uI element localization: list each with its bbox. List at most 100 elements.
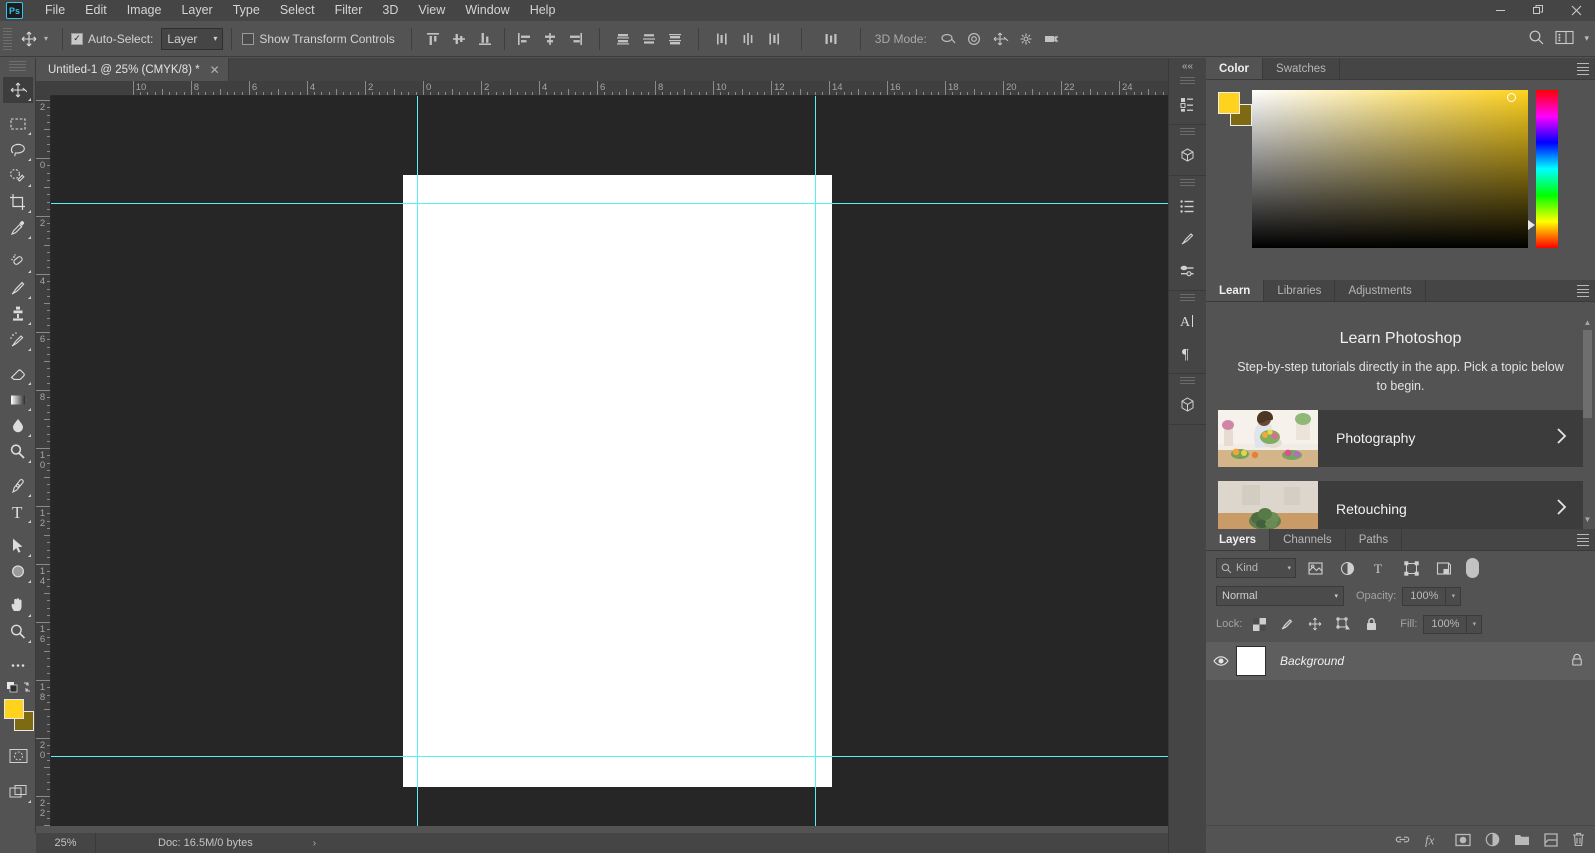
quick-mask-icon[interactable] (3, 743, 33, 769)
auto-select-checkbox[interactable]: ✓ (71, 32, 84, 45)
minimize-button[interactable] (1481, 0, 1519, 21)
document-canvas-page[interactable] (403, 175, 832, 787)
orbit-3d-icon[interactable] (935, 27, 961, 51)
rail-grip-5[interactable] (1180, 377, 1195, 386)
foreground-color-swatch[interactable] (4, 699, 24, 719)
menu-item-layer[interactable]: Layer (171, 0, 222, 21)
filter-type-icon[interactable]: T (1366, 557, 1392, 579)
tab-libraries[interactable]: Libraries (1264, 280, 1336, 301)
new-group-icon[interactable] (1514, 833, 1530, 846)
scroll-down-icon[interactable]: ▼ (1582, 513, 1593, 525)
chevron-right-icon[interactable] (1556, 498, 1583, 520)
align-bottom-edges-icon[interactable] (472, 27, 498, 51)
color-panel-foreground-swatch[interactable] (1218, 92, 1240, 114)
menu-item-file[interactable]: File (35, 0, 75, 21)
menu-item-window[interactable]: Window (455, 0, 519, 21)
new-layer-icon[interactable] (1544, 832, 1558, 847)
layer-comps-icon[interactable] (1169, 139, 1205, 171)
spot-healing-brush-tool[interactable] (3, 249, 33, 275)
menu-item-help[interactable]: Help (520, 0, 566, 21)
menu-item-edit[interactable]: Edit (75, 0, 117, 21)
slide-3d-icon[interactable] (1013, 27, 1039, 51)
brush-tool[interactable] (3, 275, 33, 301)
guide-horizontal-top[interactable] (51, 203, 1168, 204)
canvas-area[interactable]: 1086420246810121416182022242 20246810121… (36, 81, 1168, 826)
pan-3d-icon[interactable] (987, 27, 1013, 51)
scroll-up-icon[interactable]: ▲ (1582, 316, 1593, 328)
layer-name[interactable]: Background (1266, 654, 1571, 668)
fill-control[interactable]: 100% ▾ (1423, 614, 1483, 634)
layer-filter-kind-dropdown[interactable]: Kind ▾ (1216, 558, 1296, 578)
color-panel-swatches[interactable] (1218, 92, 1252, 126)
distribute-right-icon[interactable] (761, 27, 787, 51)
guide-horizontal-bottom[interactable] (51, 756, 1168, 757)
auto-select-scope-dropdown[interactable]: Layer ▾ (161, 27, 224, 50)
add-layer-mask-icon[interactable] (1455, 833, 1471, 847)
panel-menu-icon[interactable] (1577, 63, 1589, 75)
tab-layers[interactable]: Layers (1206, 529, 1271, 550)
opacity-stepper[interactable]: ▾ (1446, 586, 1462, 606)
color-swatches[interactable] (4, 699, 34, 731)
horizontal-ruler[interactable]: 1086420246810121416182022242 (36, 81, 1168, 96)
panel-menu-icon[interactable] (1577, 285, 1589, 297)
guide-vertical-right[interactable] (815, 96, 816, 826)
menu-item-filter[interactable]: Filter (325, 0, 373, 21)
close-button[interactable] (1557, 0, 1595, 21)
quick-selection-tool[interactable] (3, 163, 33, 189)
canvas-viewport[interactable] (51, 96, 1168, 826)
edit-toolbar-tool[interactable] (3, 653, 33, 679)
align-horizontal-centers-icon[interactable] (537, 27, 563, 51)
learn-panel-scrollbar[interactable]: ▲ ▼ (1582, 316, 1593, 525)
blur-tool[interactable] (3, 413, 33, 439)
color-picker-cursor[interactable] (1507, 93, 1516, 102)
roll-3d-icon[interactable] (961, 27, 987, 51)
workspace-switcher-icon[interactable] (1555, 30, 1575, 48)
lock-position-icon[interactable] (1304, 614, 1326, 634)
ellipse-tool[interactable] (3, 559, 33, 585)
status-zoom-level[interactable]: 25% (36, 833, 96, 853)
show-transform-checkbox[interactable] (242, 32, 255, 45)
align-vertical-centers-icon[interactable] (446, 27, 472, 51)
guide-vertical-left[interactable] (417, 96, 418, 826)
status-expand-icon[interactable]: › (253, 838, 316, 849)
rectangular-marquee-tool[interactable] (3, 111, 33, 137)
rail-grip-1[interactable] (1180, 77, 1195, 86)
history-brush-tool[interactable] (3, 327, 33, 353)
options-bar-grip[interactable] (3, 27, 12, 50)
delete-layer-icon[interactable] (1572, 832, 1585, 847)
3d-object-icon[interactable] (1169, 388, 1205, 420)
zoom-3d-camera-icon[interactable] (1039, 27, 1067, 51)
menu-item-select[interactable]: Select (270, 0, 325, 21)
tab-paths[interactable]: Paths (1345, 529, 1403, 550)
move-tool-icon[interactable] (16, 26, 42, 52)
align-top-edges-icon[interactable] (420, 27, 446, 51)
filter-enable-toggle[interactable] (1466, 558, 1479, 578)
brush-presets-icon[interactable] (1169, 254, 1205, 286)
distribute-vertical-centers-icon[interactable] (636, 27, 662, 51)
opacity-control[interactable]: 100% ▾ (1402, 586, 1462, 606)
filter-pixel-icon[interactable] (1302, 557, 1328, 579)
chevron-down-icon[interactable]: ▾ (1584, 33, 1589, 44)
distribute-left-icon[interactable] (709, 27, 735, 51)
fill-stepper[interactable]: ▾ (1467, 614, 1483, 634)
rail-grip-2[interactable] (1180, 128, 1195, 137)
menu-item-3d[interactable]: 3D (372, 0, 408, 21)
layer-thumbnail[interactable] (1236, 646, 1266, 676)
scrollbar-thumb[interactable] (1583, 330, 1592, 418)
chevron-right-icon[interactable] (1556, 427, 1583, 449)
hand-tool[interactable] (3, 593, 33, 619)
lasso-tool[interactable] (3, 137, 33, 163)
filter-smart-object-icon[interactable] (1430, 557, 1456, 579)
document-tab[interactable]: Untitled-1 @ 25% (CMYK/8) * ✕ (36, 58, 229, 81)
type-tool[interactable]: T (3, 499, 33, 525)
filter-shape-icon[interactable] (1398, 557, 1424, 579)
rail-grip-4[interactable] (1180, 294, 1195, 303)
lock-transparent-pixels-icon[interactable] (1248, 614, 1270, 634)
lock-all-icon[interactable] (1360, 614, 1382, 634)
tutorial-card-retouching[interactable]: Retouching (1218, 480, 1583, 529)
close-icon[interactable]: ✕ (210, 63, 220, 77)
align-left-edges-icon[interactable] (511, 27, 537, 51)
rail-grip-3[interactable] (1180, 179, 1195, 188)
tab-channels[interactable]: Channels (1270, 529, 1346, 550)
move-tool[interactable] (3, 77, 33, 103)
